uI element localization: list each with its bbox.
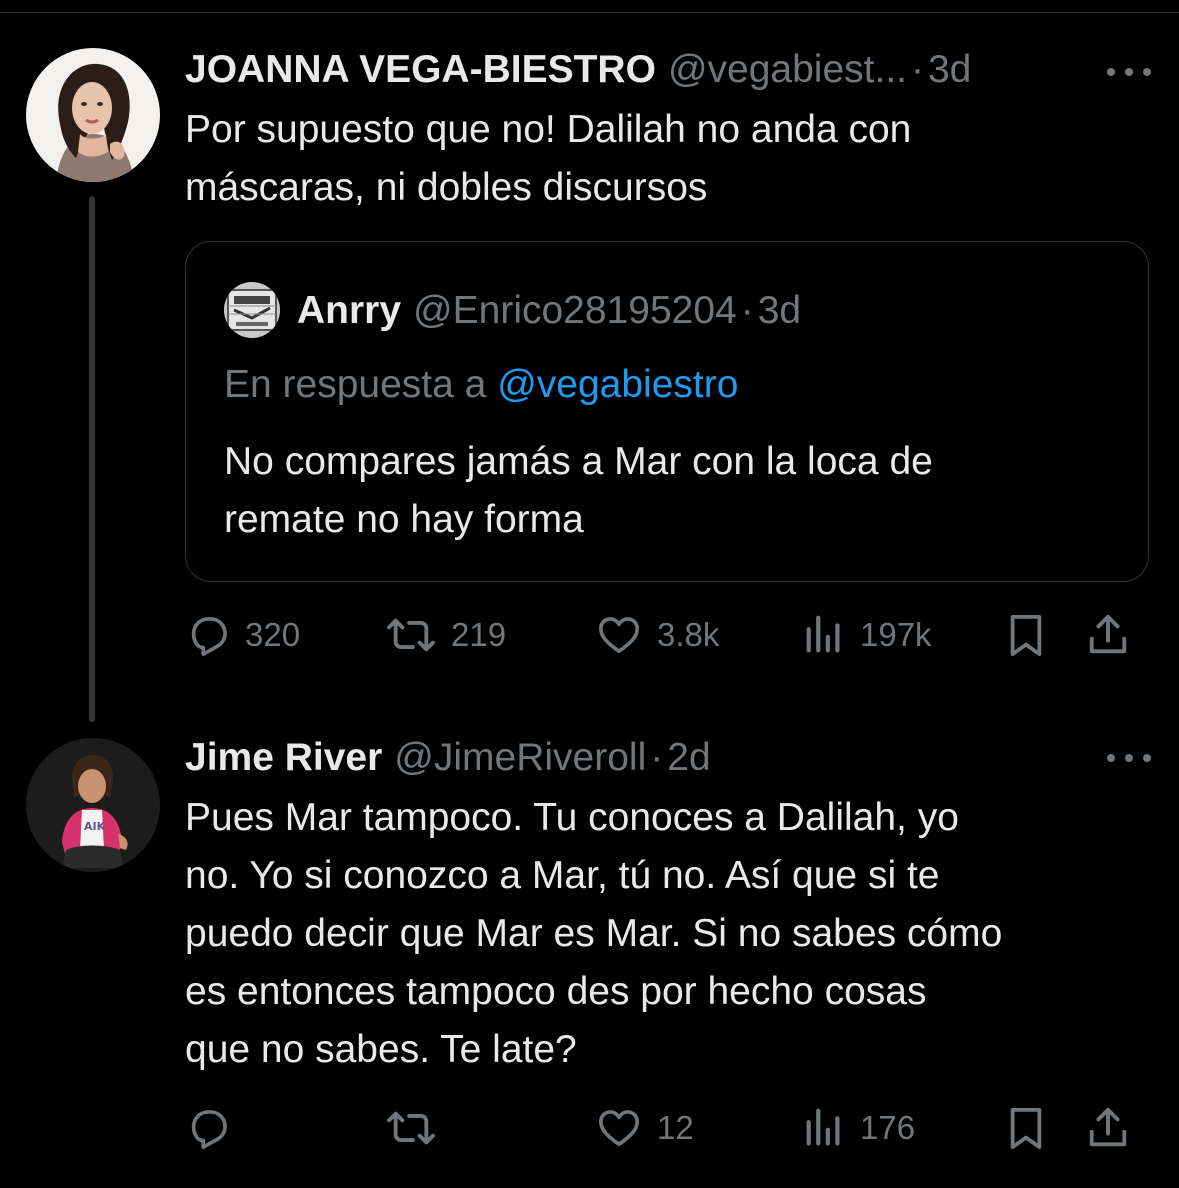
author-name[interactable]: JOANNA VEGA-BIESTRO — [185, 45, 656, 95]
author-name[interactable]: Jime River — [185, 733, 382, 783]
quoted-author-avatar[interactable] — [224, 282, 280, 338]
tweet-text: Pues Mar tampoco. Tu conoces a Dalilah, … — [185, 796, 1003, 1071]
share-button[interactable] — [1085, 607, 1131, 663]
reply-icon — [191, 1110, 227, 1149]
share-icon — [1089, 1107, 1127, 1147]
author-avatar[interactable] — [26, 48, 160, 182]
tweet-header: JOANNA VEGA-BIESTRO @vegabiest... · 3d — [185, 45, 971, 95]
author-avatar[interactable]: AIK — [26, 738, 160, 872]
quoted-tweet-header: Anrry @Enrico28195204 · 3d — [297, 286, 801, 336]
tweet-time[interactable]: 2d — [667, 733, 710, 783]
reply-button[interactable] — [185, 1100, 245, 1156]
view-count: 197k — [860, 616, 932, 653]
views-button[interactable]: 197k — [802, 607, 932, 663]
tweet-joanna[interactable]: JOANNA VEGA-BIESTRO @vegabiest... · 3d P… — [0, 0, 1179, 722]
author-handle[interactable]: @vegabiest... — [668, 45, 907, 95]
heart-icon — [598, 617, 640, 654]
tweet-actions: 12 176 — [185, 1100, 1149, 1156]
like-count: 3.8k — [657, 616, 720, 653]
analytics-icon — [806, 1108, 840, 1146]
quoted-author-handle[interactable]: @Enrico28195204 — [413, 286, 737, 336]
more-options-icon[interactable] — [1107, 62, 1151, 82]
retweet-icon — [387, 618, 435, 652]
separator-dot: · — [650, 736, 664, 779]
quoted-tweet-text: No compares jamás a Mar con la loca de r… — [224, 440, 933, 541]
view-count: 176 — [860, 1109, 916, 1146]
quoted-tweet[interactable]: Anrry @Enrico28195204 · 3d En respuesta … — [185, 241, 1149, 582]
author-handle[interactable]: @JimeRiveroll — [394, 733, 646, 783]
thread-connector-line — [89, 196, 95, 722]
bookmark-button[interactable] — [1005, 1100, 1047, 1156]
heart-icon — [598, 1110, 640, 1147]
like-count: 12 — [657, 1109, 694, 1146]
tweet-actions: 320 219 3.8k 197k — [185, 607, 1149, 663]
separator-dot: · — [910, 48, 924, 91]
retweet-button[interactable]: 219 — [385, 607, 506, 663]
retweet-icon — [387, 1111, 435, 1145]
bookmark-icon — [1010, 1107, 1042, 1149]
like-button[interactable]: 3.8k — [595, 607, 719, 663]
reply-icon — [191, 617, 227, 656]
reply-button[interactable]: 320 — [185, 607, 300, 663]
analytics-icon — [806, 615, 840, 653]
bookmark-icon — [1010, 614, 1042, 656]
bookmark-button[interactable] — [1005, 607, 1047, 663]
share-icon — [1089, 614, 1127, 654]
reply-mention-link[interactable]: @vegabiestro — [497, 363, 738, 406]
reply-context: En respuesta a @vegabiestro — [224, 360, 738, 410]
svg-text:AIK: AIK — [84, 820, 106, 833]
tweet-time[interactable]: 3d — [928, 45, 971, 95]
quoted-author-name[interactable]: Anrry — [297, 286, 401, 336]
tweet-jime[interactable]: AIK Jime River @JimeRiveroll · 2d Pues M… — [0, 720, 1179, 1188]
separator-dot: · — [740, 289, 754, 332]
retweet-count: 219 — [451, 616, 507, 653]
reply-prefix: En respuesta a — [224, 363, 487, 406]
reply-count: 320 — [245, 616, 301, 653]
share-button[interactable] — [1085, 1100, 1131, 1156]
quoted-tweet-time[interactable]: 3d — [758, 286, 801, 336]
like-button[interactable]: 12 — [595, 1100, 694, 1156]
tweet-text: Por supuesto que no! Dalilah no anda con… — [185, 108, 912, 209]
retweet-button[interactable] — [385, 1100, 451, 1156]
more-options-icon[interactable] — [1107, 748, 1151, 768]
views-button[interactable]: 176 — [802, 1100, 915, 1156]
tweet-header: Jime River @JimeRiveroll · 2d — [185, 733, 711, 783]
